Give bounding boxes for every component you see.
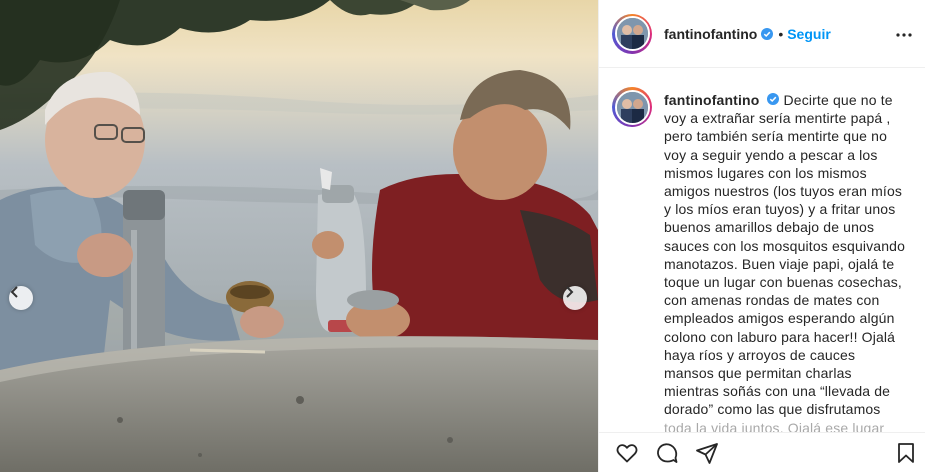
- heart-icon[interactable]: [615, 441, 639, 465]
- header-separator: •: [778, 25, 784, 42]
- verified-badge-icon: [767, 93, 780, 105]
- post-actions-bar: [599, 432, 925, 472]
- previous-photo-button[interactable]: [9, 286, 33, 310]
- author-avatar[interactable]: [612, 13, 652, 54]
- verified-badge-icon: [761, 27, 774, 40]
- caption-body: Decirte que no te voy a extrañar sería m…: [664, 92, 906, 432]
- bookmark-icon[interactable]: [894, 441, 918, 470]
- share-icon[interactable]: [695, 441, 719, 465]
- author-username[interactable]: fantinofantino: [664, 26, 757, 42]
- more-options-icon[interactable]: [892, 23, 916, 52]
- post-caption: fantinofantino Decirte que no te voy a e…: [664, 91, 908, 432]
- post-photo[interactable]: [0, 0, 598, 472]
- post-side-panel: fantinofantino • Seguir fantinofantino D…: [598, 0, 925, 472]
- post-header: fantinofantino • Seguir: [599, 0, 925, 68]
- chevron-right-icon: [566, 286, 574, 298]
- follow-button[interactable]: Seguir: [787, 26, 831, 42]
- next-photo-button[interactable]: [563, 286, 587, 310]
- comment-icon[interactable]: [655, 441, 679, 465]
- caption-area[interactable]: fantinofantino Decirte que no te voy a e…: [599, 69, 925, 432]
- photo-scene: [0, 0, 598, 472]
- chevron-left-icon: [10, 286, 18, 298]
- caption-author-username[interactable]: fantinofantino: [664, 92, 759, 108]
- caption-author-avatar[interactable]: [612, 87, 652, 127]
